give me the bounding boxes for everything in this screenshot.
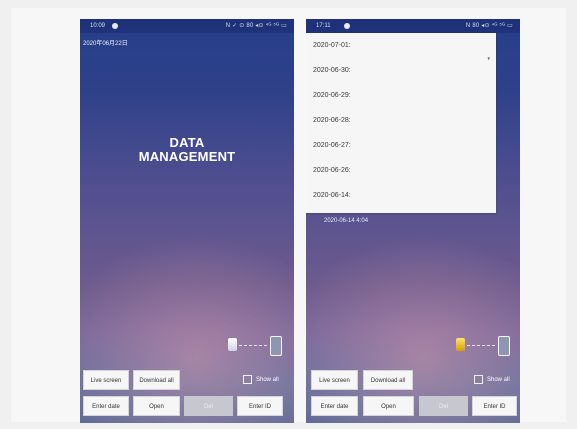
current-date: 2020年06月22日 xyxy=(83,41,128,47)
title-line-1: DATA xyxy=(169,135,205,150)
plug-icon xyxy=(228,338,237,351)
date-option[interactable]: 2020-06-26: xyxy=(313,166,351,175)
live-screen-button[interactable]: Live screen xyxy=(83,370,129,390)
app-title: DATA MANAGEMENT xyxy=(80,136,294,164)
status-bar: 17:11 N 80 ◂⊙ ⁴ᴳ ⁵ᴳ ▭ xyxy=(306,19,520,33)
device-connection-icon xyxy=(228,335,286,357)
enter-date-button[interactable]: Enter date xyxy=(83,396,129,416)
plug-icon xyxy=(456,338,465,351)
delete-button: Del xyxy=(419,396,468,416)
enter-date-button[interactable]: Enter date xyxy=(311,396,358,416)
date-option[interactable]: 2020-06-30: xyxy=(313,66,351,75)
date-option[interactable]: 2020-06-14: xyxy=(313,191,351,200)
date-option[interactable]: 2020-06-29: xyxy=(313,91,351,100)
show-all-label: Show all xyxy=(487,377,510,383)
phone-icon xyxy=(498,336,510,356)
device-connection-icon xyxy=(456,335,514,357)
delete-button: Del xyxy=(184,396,233,416)
status-time: 17:11 xyxy=(316,23,331,29)
status-time: 10:09 xyxy=(90,23,106,29)
selected-file-entry[interactable]: 2020-06-14 4:04 xyxy=(324,218,368,224)
download-all-button[interactable]: Download all xyxy=(133,370,180,390)
checkbox-icon[interactable] xyxy=(243,375,252,384)
title-line-2: MANAGEMENT xyxy=(138,149,236,164)
date-option[interactable]: 2020-07-01: xyxy=(313,41,351,50)
live-screen-button[interactable]: Live screen xyxy=(311,370,358,390)
checkbox-icon[interactable] xyxy=(474,375,483,384)
notification-icon xyxy=(344,23,350,29)
show-all-label: Show all xyxy=(256,377,279,383)
open-button[interactable]: Open xyxy=(363,396,414,416)
status-bar: 10:09 N ✓ ⊙ 80 ◂⊙ ⁴ᴳ ⁵ᴳ ▭ xyxy=(80,19,294,33)
phone-screen-right: 17:11 N 80 ◂⊙ ⁴ᴳ ⁵ᴳ ▭ ▾ 2020-07-01: 2020… xyxy=(306,19,520,423)
status-icons: N ✓ ⊙ 80 ◂⊙ ⁴ᴳ ⁵ᴳ ▭ xyxy=(225,23,287,29)
dropdown-caret-icon: ▾ xyxy=(487,56,490,62)
cable-icon xyxy=(467,345,495,347)
notification-icon xyxy=(112,23,118,29)
phone-screen-left: 10:09 N ✓ ⊙ 80 ◂⊙ ⁴ᴳ ⁵ᴳ ▭ 2020年06月22日 DA… xyxy=(80,19,294,423)
cable-icon xyxy=(239,345,267,347)
open-button[interactable]: Open xyxy=(133,396,180,416)
enter-id-button[interactable]: Enter ID xyxy=(472,396,517,416)
date-option[interactable]: 2020-06-27: xyxy=(313,141,351,150)
date-dropdown-menu[interactable]: ▾ 2020-07-01: 2020-06-30: 2020-06-29: 20… xyxy=(306,33,496,213)
status-icons: N 80 ◂⊙ ⁴ᴳ ⁵ᴳ ▭ xyxy=(465,23,513,29)
download-all-button[interactable]: Download all xyxy=(363,370,413,390)
date-option[interactable]: 2020-06-28: xyxy=(313,116,351,125)
phone-icon xyxy=(270,336,282,356)
enter-id-button[interactable]: Enter ID xyxy=(237,396,283,416)
